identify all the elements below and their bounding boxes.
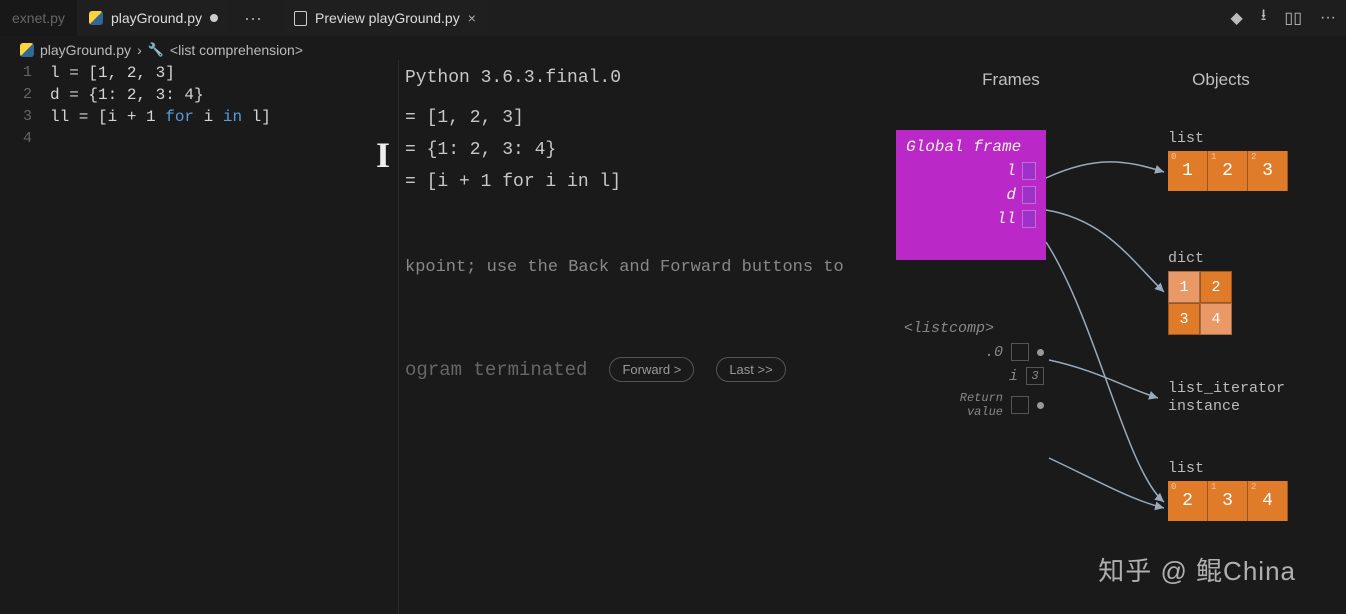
object-list-1: list 1 2 3 <box>1168 130 1288 191</box>
breadcrumb-sep: › <box>137 42 142 58</box>
wrench-icon: 🔧 <box>148 42 164 58</box>
tab-preview[interactable]: Preview playGround.py × <box>282 0 488 36</box>
line-number: 4 <box>0 130 50 147</box>
object-list-2: list 2 3 4 <box>1168 460 1288 521</box>
frames-header: Frames <box>982 70 1040 90</box>
text-cursor-icon: I <box>376 134 390 176</box>
forward-button[interactable]: Forward > <box>609 357 694 382</box>
tab-label: exnet.py <box>12 10 65 26</box>
status-text: ogram terminated <box>405 359 587 381</box>
file-icon <box>294 11 307 26</box>
line-number: 1 <box>0 64 50 82</box>
global-frame: Global frame l d ll <box>896 130 1046 260</box>
split-editor-icon[interactable]: ▯▯ <box>1284 8 1302 28</box>
line-number: 3 <box>0 108 50 126</box>
line-number: 2 <box>0 86 50 104</box>
watermark: 知乎 @ 鲲China <box>1098 551 1296 588</box>
modified-dot-icon <box>210 14 218 22</box>
hint-text: kpoint; use the Back and Forward buttons… <box>399 258 886 277</box>
last-button[interactable]: Last >> <box>716 357 785 382</box>
preview-panel: Python 3.6.3.final.0 = [1, 2, 3] = {1: 2… <box>398 60 886 614</box>
objects-header: Objects <box>1192 70 1250 90</box>
more-actions-icon[interactable]: ··· <box>1320 9 1336 27</box>
listcomp-frame: <listcomp> .0 i3 Return value <box>904 320 1044 425</box>
source-control-icon[interactable]: ◆ <box>1230 8 1242 28</box>
code-editor[interactable]: 1l = [1, 2, 3] 2d = {1: 2, 3: 4} 3ll = [… <box>0 60 398 614</box>
python-icon <box>89 11 103 25</box>
code-text: ll = [i + 1 for i in l] <box>50 108 271 126</box>
object-dict: dict 12 34 <box>1168 250 1232 335</box>
tab-label: playGround.py <box>111 10 202 26</box>
breadcrumb-scope[interactable]: <list comprehension> <box>170 42 303 58</box>
breadcrumb-file[interactable]: playGround.py <box>40 42 131 58</box>
tab-playground[interactable]: playGround.py <box>77 0 230 36</box>
code-text: l = [1, 2, 3] <box>50 64 175 82</box>
object-iterator: list_iterator instance <box>1168 380 1285 416</box>
frames-panel: Frames Objects Global frame l d ll <list… <box>886 60 1346 614</box>
tabs-overflow-button[interactable]: ··· <box>230 8 276 29</box>
tab-exnet[interactable]: exnet.py <box>0 0 77 36</box>
tab-label: Preview playGround.py <box>315 10 460 26</box>
close-icon[interactable]: × <box>468 10 476 26</box>
python-icon <box>20 43 34 57</box>
breadcrumb: playGround.py › 🔧 <list comprehension> <box>0 36 1346 60</box>
tab-bar: exnet.py playGround.py ··· Preview playG… <box>0 0 1346 36</box>
preview-code: = [1, 2, 3] = {1: 2, 3: 4} = [i + 1 for … <box>399 102 886 198</box>
title-actions: ◆ ⭳ ▯▯ ··· <box>1230 4 1336 31</box>
code-text: d = {1: 2, 3: 4} <box>50 86 204 104</box>
python-version: Python 3.6.3.final.0 <box>399 66 886 90</box>
open-preview-icon[interactable]: ⭳ <box>1261 4 1267 31</box>
global-frame-title: Global frame <box>906 138 1036 156</box>
